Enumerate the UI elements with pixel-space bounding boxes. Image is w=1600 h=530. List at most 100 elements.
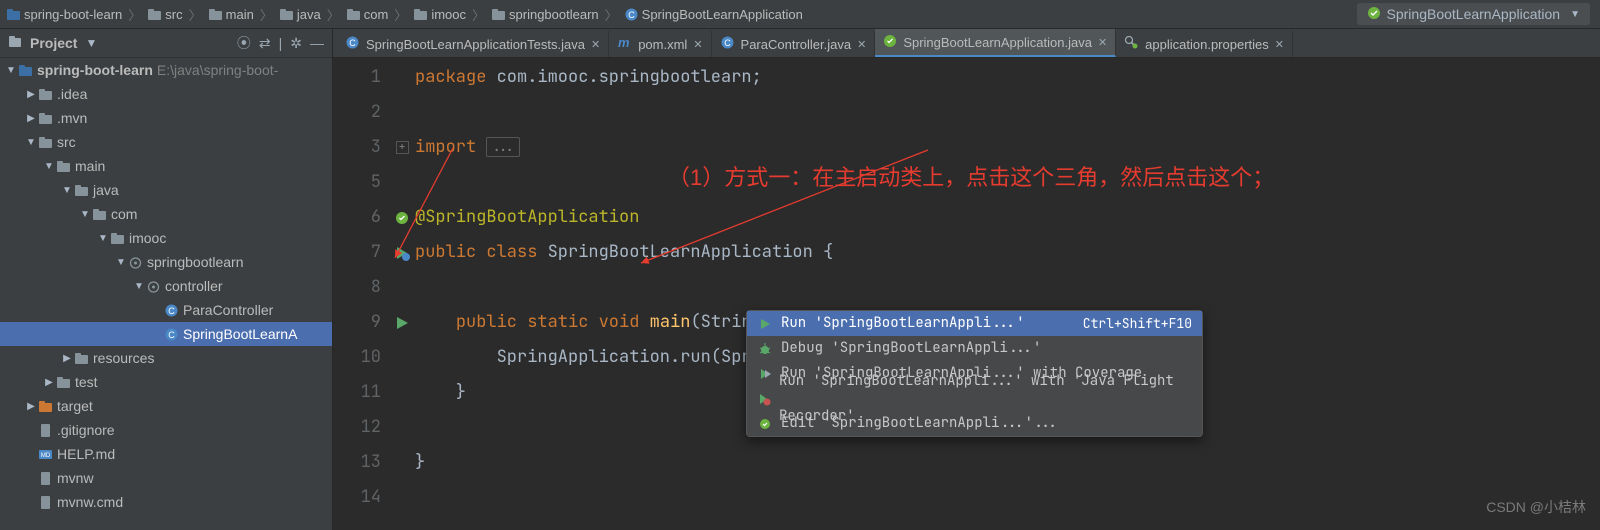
svg-text:C: C [724,38,731,48]
code-lines[interactable]: package com.imooc.springbootlearn; impor… [415,58,1600,530]
play-icon [757,317,773,331]
tree-node[interactable]: ▶.mvn [0,106,332,130]
tab-label: ParaController.java [741,37,852,52]
breadcrumb-item[interactable]: main [208,7,254,22]
svg-text:C: C [168,330,175,340]
gutter-mark[interactable]: + [389,130,415,165]
tree-node[interactable]: MDHELP.md [0,442,332,466]
svg-text:MD: MD [41,453,51,459]
close-icon[interactable]: ✕ [693,38,702,51]
tree-node[interactable]: mvnw [0,466,332,490]
project-sidebar: Project ▼ ⦿ ⇄ | ✲ — ▼spring-boot-learn E… [0,29,333,530]
jfr-icon [757,392,771,406]
editor-area: C SpringBootLearnApplicationTests.java ✕ mp… [333,29,1600,530]
gear-icon[interactable]: ✲ [290,35,302,52]
run-config-selector[interactable]: SpringBootLearnApplication ▼ [1357,3,1590,25]
editor-tab[interactable]: SpringBootLearnApplication.java ✕ [875,29,1116,57]
tab-label: pom.xml [638,37,687,52]
tab-icon: C [345,35,360,53]
spring-icon [1367,6,1381,23]
editor-tab[interactable]: C ParaController.java ✕ [712,31,876,57]
run-config-label: SpringBootLearnApplication [1387,6,1561,22]
context-menu: Run 'SpringBootLearnAppli...'Ctrl+Shift+… [746,310,1203,437]
tree-node[interactable]: ▶resources [0,346,332,370]
breadcrumb[interactable]: spring-boot-learn〉src〉main〉java〉com〉imoo… [0,5,803,24]
line-gutter: 123567891011121314 [333,58,389,530]
project-icon [8,35,22,52]
annotation-overlay: （1）方式一：在主启动类上，点击这个三角，然后点击这个； [668,160,1274,195]
tree-node[interactable]: CParaController [0,298,332,322]
gutter-mark[interactable] [389,305,415,340]
breadcrumb-item[interactable]: springbootlearn [491,7,599,22]
breadcrumb-item[interactable]: CSpringBootLearnApplication [624,7,803,22]
editor-tabs: C SpringBootLearnApplicationTests.java ✕ mp… [333,29,1600,58]
gutter-mark [389,270,415,305]
locate-icon[interactable]: ⦿ [237,33,251,53]
tree-node[interactable]: ▼imooc [0,226,332,250]
project-title: Project [30,35,77,51]
hide-icon[interactable]: — [310,35,324,51]
tree-node[interactable]: ▼java [0,178,332,202]
gutter-mark [389,60,415,95]
gutter-mark [389,340,415,375]
tree-node[interactable]: ▼com [0,202,332,226]
tree-node[interactable]: .gitignore [0,418,332,442]
close-icon[interactable]: ✕ [591,38,600,51]
gutter-marks[interactable]: + [389,58,415,530]
close-icon[interactable]: ✕ [1098,36,1107,49]
gutter-mark[interactable] [389,235,415,270]
close-icon[interactable]: ✕ [1275,38,1284,51]
tab-icon: m [617,35,632,53]
tab-icon: C [720,35,735,53]
project-tree[interactable]: ▼spring-boot-learn E:\java\spring-boot-▶… [0,58,332,530]
gutter-mark[interactable] [389,200,415,235]
tree-node[interactable]: mvnw.cmd [0,490,332,514]
tab-label: SpringBootLearnApplication.java [903,35,1092,50]
editor-tab[interactable]: m pom.xml ✕ [609,31,711,57]
gutter-mark [389,445,415,480]
breadcrumb-item[interactable]: java [279,7,321,22]
svg-text:m: m [618,35,630,50]
tree-node[interactable]: ▼controller [0,274,332,298]
editor-tab[interactable]: C SpringBootLearnApplicationTests.java ✕ [337,31,609,57]
gutter-mark [389,480,415,515]
tab-icon [1124,35,1139,53]
breadcrumb-item[interactable]: src [147,7,182,22]
divider: | [279,35,283,51]
chevron-down-icon[interactable]: ▼ [85,36,97,50]
project-tool-header: Project ▼ ⦿ ⇄ | ✲ — [0,29,332,58]
gutter-mark [389,375,415,410]
tab-label: SpringBootLearnApplicationTests.java [366,37,585,52]
breadcrumb-item[interactable]: spring-boot-learn [6,7,122,22]
tree-node[interactable]: CSpringBootLearnA [0,322,332,346]
tree-node[interactable]: ▼springbootlearn [0,250,332,274]
cov-icon [757,367,773,381]
gutter-mark [389,95,415,130]
breadcrumb-item[interactable]: imooc [413,7,466,22]
tree-root[interactable]: ▼spring-boot-learn E:\java\spring-boot- [0,58,332,82]
gutter-mark [389,165,415,200]
chevron-down-icon: ▼ [1570,9,1580,20]
svg-text:C: C [349,38,356,48]
svg-text:C: C [628,10,635,20]
code-editor[interactable]: 123567891011121314 + package com.imooc.s… [333,58,1600,530]
breadcrumb-item[interactable]: com [346,7,389,22]
editor-tab[interactable]: application.properties ✕ [1116,31,1293,57]
bug-icon [757,342,773,356]
ctx-label: Edit 'SpringBootLearnAppli...'... [781,406,1058,441]
edit-icon [757,417,773,431]
svg-text:C: C [168,306,175,316]
tree-node[interactable]: ▶.idea [0,82,332,106]
top-bar: spring-boot-learn〉src〉main〉java〉com〉imoo… [0,0,1600,29]
tab-label: application.properties [1145,37,1269,52]
tree-node[interactable]: ▶target [0,394,332,418]
close-icon[interactable]: ✕ [857,38,866,51]
tree-node[interactable]: ▼main [0,154,332,178]
gutter-mark [389,410,415,445]
tree-node[interactable]: ▼src [0,130,332,154]
shortcut: Ctrl+Shift+F10 [1083,306,1192,341]
expand-icon[interactable]: ⇄ [259,35,271,52]
tree-node[interactable]: ▶test [0,370,332,394]
watermark: CSDN @小桔林 [1486,490,1586,525]
tab-icon [883,34,897,51]
